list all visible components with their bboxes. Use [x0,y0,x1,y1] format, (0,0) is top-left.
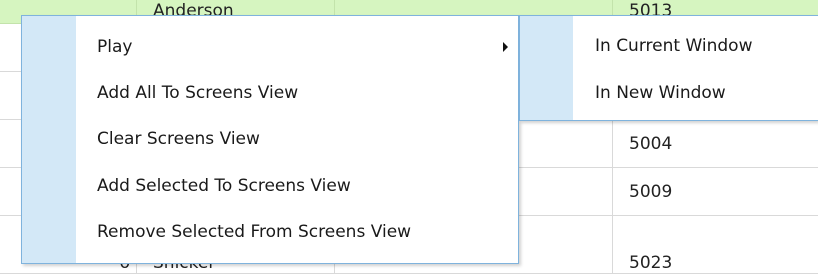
triangle-right-icon [503,42,508,52]
grid-cell: 5023 [629,253,673,273]
menu-item-add-all-to-screens-view[interactable]: Add All To Screens View [22,70,518,116]
screen: Anderson 5013 g rr 5014 e 5004 yl 5009 [0,0,818,274]
menu-item-label: Add All To Screens View [97,83,299,103]
submenu-item-in-current-window[interactable]: In Current Window [520,23,818,69]
grid-cell: 5009 [629,181,673,202]
menu-item-remove-selected-from-screens-view[interactable]: Remove Selected From Screens View [22,209,518,255]
menu-item-label: Clear Screens View [97,129,260,149]
menu-item-clear-screens-view[interactable]: Clear Screens View [22,116,518,162]
menu-item-label: Add Selected To Screens View [97,176,351,196]
menu-item-label: Remove Selected From Screens View [97,222,412,242]
menu-item-label: In New Window [595,83,726,103]
submenu-item-in-new-window[interactable]: In New Window [520,70,818,116]
menu-item-label: Play [97,37,133,57]
menu-item-play[interactable]: Play [22,24,518,70]
menu-item-add-selected-to-screens-view[interactable]: Add Selected To Screens View [22,163,518,209]
play-submenu: In Current Window In New Window [519,15,818,121]
menu-item-label: In Current Window [595,36,753,56]
grid-cell: 5004 [629,133,673,154]
context-menu: Play Add All To Screens View Clear Scree… [21,15,519,264]
